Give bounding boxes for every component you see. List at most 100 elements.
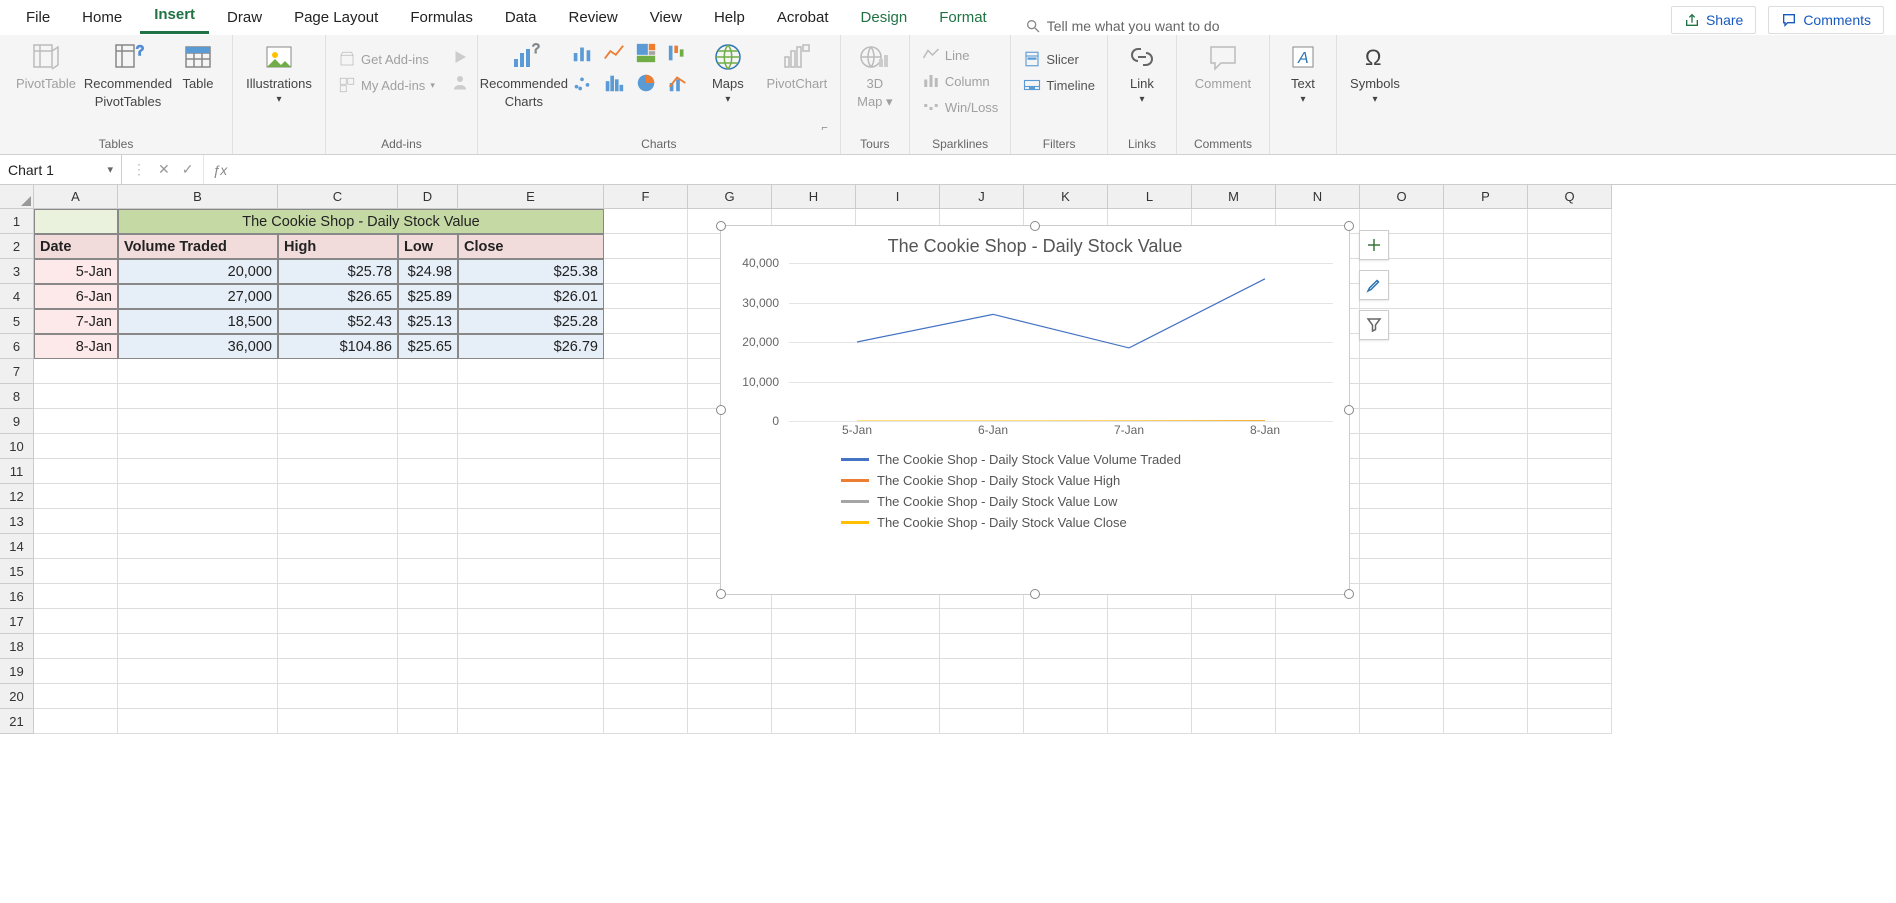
row-header-11[interactable]: 11 bbox=[0, 459, 34, 484]
cell-K19[interactable] bbox=[1024, 659, 1108, 684]
cell-A16[interactable] bbox=[34, 584, 118, 609]
row-header-20[interactable]: 20 bbox=[0, 684, 34, 709]
cell-O7[interactable] bbox=[1360, 359, 1444, 384]
col-header-L[interactable]: L bbox=[1108, 185, 1192, 209]
cell-N21[interactable] bbox=[1276, 709, 1360, 734]
cell-E16[interactable] bbox=[458, 584, 604, 609]
legend-item[interactable]: The Cookie Shop - Daily Stock Value Clos… bbox=[841, 512, 1349, 533]
cell-O13[interactable] bbox=[1360, 509, 1444, 534]
cell-P9[interactable] bbox=[1444, 409, 1528, 434]
tab-help[interactable]: Help bbox=[700, 3, 759, 34]
cell-A11[interactable] bbox=[34, 459, 118, 484]
cell-O15[interactable] bbox=[1360, 559, 1444, 584]
select-all-corner[interactable] bbox=[0, 185, 34, 209]
cell-B19[interactable] bbox=[118, 659, 278, 684]
cell-Q17[interactable] bbox=[1528, 609, 1612, 634]
row-header-21[interactable]: 21 bbox=[0, 709, 34, 734]
cell-B12[interactable] bbox=[118, 484, 278, 509]
cell-B8[interactable] bbox=[118, 384, 278, 409]
cell-A13[interactable] bbox=[34, 509, 118, 534]
cell-J17[interactable] bbox=[940, 609, 1024, 634]
cell-A20[interactable] bbox=[34, 684, 118, 709]
cell-D21[interactable] bbox=[398, 709, 458, 734]
cell-E19[interactable] bbox=[458, 659, 604, 684]
cell-D19[interactable] bbox=[398, 659, 458, 684]
sparkline-line-button[interactable]: Line bbox=[918, 44, 1002, 66]
tab-format[interactable]: Format bbox=[925, 3, 1001, 34]
cell-H20[interactable] bbox=[772, 684, 856, 709]
cell-O21[interactable] bbox=[1360, 709, 1444, 734]
illustrations-button[interactable]: Illustrations▾ bbox=[241, 40, 317, 106]
col-header-M[interactable]: M bbox=[1192, 185, 1276, 209]
cell-C7[interactable] bbox=[278, 359, 398, 384]
col-header-H[interactable]: H bbox=[772, 185, 856, 209]
cell-F16[interactable] bbox=[604, 584, 688, 609]
cell-K20[interactable] bbox=[1024, 684, 1108, 709]
col-header-A[interactable]: A bbox=[34, 185, 118, 209]
cell-E10[interactable] bbox=[458, 434, 604, 459]
cell-A5[interactable]: 7-Jan bbox=[34, 309, 118, 334]
cell-F17[interactable] bbox=[604, 609, 688, 634]
line-chart-button[interactable] bbox=[600, 40, 628, 66]
tab-home[interactable]: Home bbox=[68, 3, 136, 34]
cell-C4[interactable]: $26.65 bbox=[278, 284, 398, 309]
cell-A17[interactable] bbox=[34, 609, 118, 634]
sparkline-winloss-button[interactable]: Win/Loss bbox=[918, 96, 1002, 118]
cell-C19[interactable] bbox=[278, 659, 398, 684]
cell-Q16[interactable] bbox=[1528, 584, 1612, 609]
cell-E8[interactable] bbox=[458, 384, 604, 409]
row-header-13[interactable]: 13 bbox=[0, 509, 34, 534]
cell-P11[interactable] bbox=[1444, 459, 1528, 484]
cell-P3[interactable] bbox=[1444, 259, 1528, 284]
cell-P12[interactable] bbox=[1444, 484, 1528, 509]
cell-O16[interactable] bbox=[1360, 584, 1444, 609]
cell-I20[interactable] bbox=[856, 684, 940, 709]
cell-E18[interactable] bbox=[458, 634, 604, 659]
cell-F18[interactable] bbox=[604, 634, 688, 659]
cell-C2[interactable]: High bbox=[278, 234, 398, 259]
cell-F12[interactable] bbox=[604, 484, 688, 509]
cell-D9[interactable] bbox=[398, 409, 458, 434]
cell-C13[interactable] bbox=[278, 509, 398, 534]
cell-C11[interactable] bbox=[278, 459, 398, 484]
pie-chart-button[interactable] bbox=[632, 70, 660, 96]
namebox-more[interactable]: ⋮ bbox=[132, 161, 146, 178]
cell-E11[interactable] bbox=[458, 459, 604, 484]
row-header-10[interactable]: 10 bbox=[0, 434, 34, 459]
col-header-E[interactable]: E bbox=[458, 185, 604, 209]
cell-D14[interactable] bbox=[398, 534, 458, 559]
cell-P8[interactable] bbox=[1444, 384, 1528, 409]
col-header-F[interactable]: F bbox=[604, 185, 688, 209]
cell-G19[interactable] bbox=[688, 659, 772, 684]
cell-B10[interactable] bbox=[118, 434, 278, 459]
fx-label[interactable]: ƒx bbox=[204, 155, 235, 184]
cell-A15[interactable] bbox=[34, 559, 118, 584]
chart-filters-button[interactable] bbox=[1359, 310, 1389, 340]
cancel-formula-button[interactable]: ✕ bbox=[158, 161, 170, 178]
cell-A2[interactable]: Date bbox=[34, 234, 118, 259]
cell-G20[interactable] bbox=[688, 684, 772, 709]
cell-D15[interactable] bbox=[398, 559, 458, 584]
cell-F2[interactable] bbox=[604, 234, 688, 259]
symbols-button[interactable]: Ω Symbols▾ bbox=[1345, 40, 1405, 106]
cell-C8[interactable] bbox=[278, 384, 398, 409]
cell-A10[interactable] bbox=[34, 434, 118, 459]
cell-E15[interactable] bbox=[458, 559, 604, 584]
cell-P15[interactable] bbox=[1444, 559, 1528, 584]
cell-Q12[interactable] bbox=[1528, 484, 1612, 509]
cell-C12[interactable] bbox=[278, 484, 398, 509]
col-header-J[interactable]: J bbox=[940, 185, 1024, 209]
tell-me-search[interactable]: Tell me what you want to do bbox=[1025, 18, 1220, 34]
comment-button[interactable]: Comment bbox=[1185, 40, 1261, 92]
tab-review[interactable]: Review bbox=[555, 3, 632, 34]
cell-F8[interactable] bbox=[604, 384, 688, 409]
cell-Q20[interactable] bbox=[1528, 684, 1612, 709]
row-header-7[interactable]: 7 bbox=[0, 359, 34, 384]
cell-C18[interactable] bbox=[278, 634, 398, 659]
cell-L19[interactable] bbox=[1108, 659, 1192, 684]
cell-F5[interactable] bbox=[604, 309, 688, 334]
cell-O9[interactable] bbox=[1360, 409, 1444, 434]
chart-styles-button[interactable] bbox=[1359, 270, 1389, 300]
cell-E4[interactable]: $26.01 bbox=[458, 284, 604, 309]
cell-P14[interactable] bbox=[1444, 534, 1528, 559]
